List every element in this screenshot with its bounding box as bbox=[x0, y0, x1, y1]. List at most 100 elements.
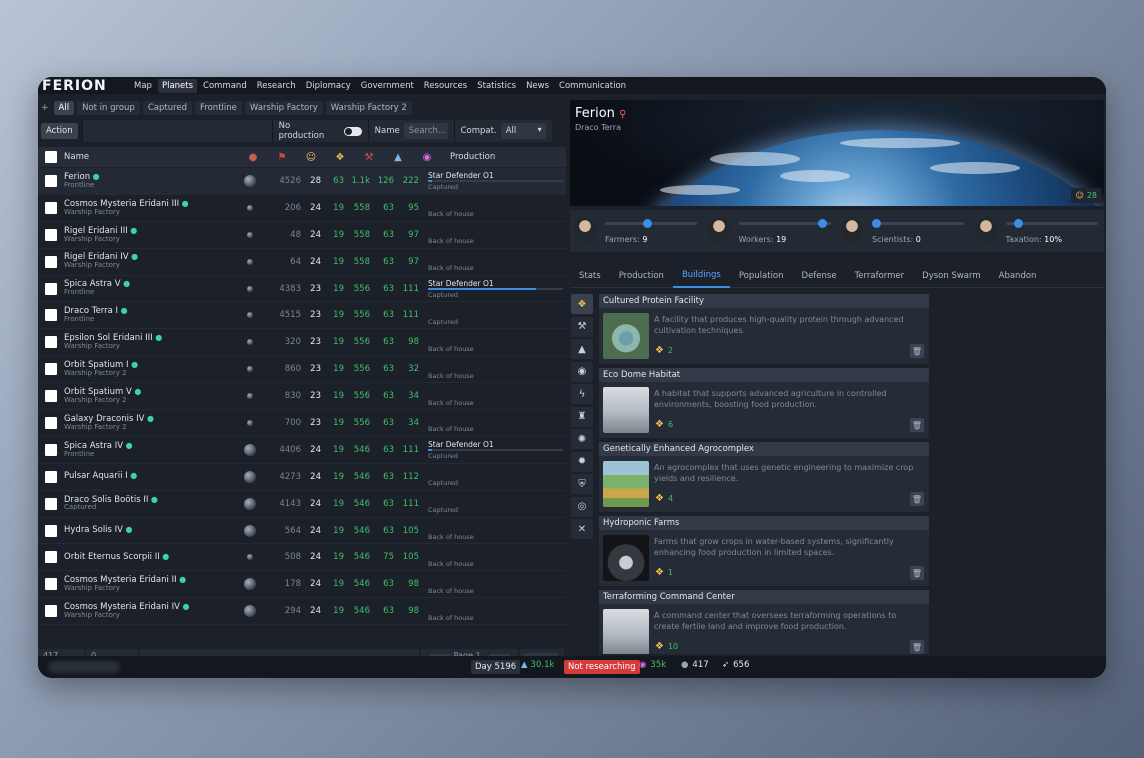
trash-icon[interactable]: 🗑 bbox=[910, 640, 924, 654]
planet-name-cell[interactable]: Pulsar Aquarii I ● bbox=[64, 472, 240, 481]
table-row[interactable]: Ferion ● Frontline 4526 28 63 1.1k 126 222 Star … bbox=[38, 168, 566, 195]
production-cell[interactable]: Captured bbox=[428, 303, 563, 328]
nav-government[interactable]: Government bbox=[357, 79, 418, 93]
nav-communication[interactable]: Communication bbox=[555, 79, 630, 93]
planet-name-cell[interactable]: Galaxy Draconis IV ● Warship Factory 2 bbox=[64, 414, 240, 431]
nav-command[interactable]: Command bbox=[199, 79, 251, 93]
research-flask-icon[interactable]: ▲ bbox=[391, 151, 405, 163]
table-row[interactable]: Draco Terra I ● Frontline 4515 23 19 556 63 111… bbox=[38, 302, 566, 330]
row-checkbox[interactable] bbox=[45, 551, 57, 564]
production-cell[interactable]: Captured bbox=[428, 464, 563, 489]
table-row[interactable]: Epsilon Sol Eridani III ● Warship Factory… bbox=[38, 329, 566, 357]
planet-name-cell[interactable]: Cosmos Mysteria Eridani III ● Warship Fac… bbox=[64, 199, 240, 216]
table-row[interactable]: Rigel Eridani III ● Warship Factory 48 24 19… bbox=[38, 222, 566, 249]
influence-icon[interactable]: ◉ bbox=[571, 361, 593, 382]
nav-planets[interactable]: Planets bbox=[157, 78, 198, 93]
production-cell[interactable]: Back of house bbox=[428, 249, 563, 274]
trash-icon[interactable]: 🗑 bbox=[910, 492, 924, 506]
flag-icon[interactable]: ⚑ bbox=[275, 151, 289, 163]
tab-population[interactable]: Population bbox=[730, 265, 793, 287]
planet-name-cell[interactable]: Epsilon Sol Eridani III ● Warship Factory bbox=[64, 333, 240, 350]
shield-icon[interactable]: ⛨ bbox=[571, 474, 593, 494]
production-cell[interactable]: Star Defender O1 Captured bbox=[428, 168, 563, 193]
table-row[interactable]: Cosmos Mysteria Eridani IV ● Warship Fact… bbox=[38, 598, 566, 626]
table-row[interactable]: Galaxy Draconis IV ● Warship Factory 2 700… bbox=[38, 410, 566, 437]
production-cell[interactable]: Star Defender O1 Captured bbox=[428, 437, 563, 462]
tab-buildings[interactable]: Buildings bbox=[672, 264, 730, 288]
production-cell[interactable]: Back of house bbox=[428, 545, 563, 570]
slider-handle[interactable] bbox=[818, 219, 828, 228]
row-checkbox[interactable] bbox=[45, 443, 57, 456]
compat-select[interactable]: All bbox=[500, 123, 546, 139]
gear-icon[interactable]: ✹ bbox=[571, 451, 593, 472]
name-column-header[interactable]: Name bbox=[64, 152, 240, 162]
add-group-button[interactable]: + bbox=[41, 103, 49, 113]
planet-name-cell[interactable]: Rigel Eridani III ● Warship Factory bbox=[64, 226, 240, 243]
production-cell[interactable]: Back of house bbox=[428, 357, 563, 382]
row-checkbox[interactable] bbox=[45, 363, 57, 376]
table-row[interactable]: Hydra Solis IV ● 564 24 19 546 63 105 Back of h… bbox=[38, 518, 566, 545]
row-checkbox[interactable] bbox=[45, 605, 57, 618]
nav-diplomacy[interactable]: Diplomacy bbox=[302, 79, 355, 93]
filter-captured[interactable]: Captured bbox=[142, 101, 193, 115]
orbit-icon[interactable]: ◎ bbox=[571, 496, 593, 517]
row-checkbox[interactable] bbox=[45, 228, 57, 241]
slider-track[interactable] bbox=[738, 219, 831, 228]
location-pin-icon[interactable]: ⚲ bbox=[619, 109, 626, 120]
row-checkbox[interactable] bbox=[45, 255, 57, 268]
planet-name-cell[interactable]: Cosmos Mysteria Eridani II ● Warship Fact… bbox=[64, 575, 240, 592]
tab-stats[interactable]: Stats bbox=[570, 265, 610, 287]
production-cell[interactable]: Captured bbox=[428, 491, 563, 516]
production-cell[interactable]: Back of house bbox=[428, 222, 563, 247]
filter-all[interactable]: All bbox=[53, 101, 75, 115]
tab-defense[interactable]: Defense bbox=[793, 265, 846, 287]
row-checkbox[interactable] bbox=[45, 390, 57, 403]
row-checkbox[interactable] bbox=[45, 497, 57, 510]
row-checkbox[interactable] bbox=[45, 201, 57, 214]
production-cell[interactable]: Back of house bbox=[428, 518, 563, 543]
energy-icon[interactable]: ϟ bbox=[571, 384, 593, 404]
slider-handle[interactable] bbox=[1013, 219, 1023, 228]
filter-warship-factory-2[interactable]: Warship Factory 2 bbox=[325, 101, 412, 115]
planet-icon[interactable]: ✺ bbox=[571, 429, 593, 449]
food-icon[interactable]: ❖ bbox=[333, 151, 347, 163]
nav-resources[interactable]: Resources bbox=[420, 79, 471, 93]
planet-name-cell[interactable]: Spica Astra IV ● Frontline bbox=[64, 441, 240, 458]
filter-not-in-group[interactable]: Not in group bbox=[77, 101, 140, 115]
table-row[interactable]: Cosmos Mysteria Eridani II ● Warship Fact… bbox=[38, 571, 566, 599]
trash-icon[interactable]: 🗑 bbox=[910, 566, 924, 580]
production-cell[interactable]: Star Defender O1 Captured bbox=[428, 276, 563, 301]
slider-track[interactable] bbox=[1005, 219, 1098, 228]
planet-name-cell[interactable]: Draco Solis Boötis II ● Captured bbox=[64, 495, 240, 512]
production-column-header[interactable]: Production bbox=[450, 152, 495, 162]
hammer-icon[interactable]: ⚒ bbox=[362, 151, 376, 163]
planet-name[interactable]: Hydra Solis IV ● bbox=[64, 525, 240, 535]
production-cell[interactable]: Back of house bbox=[428, 572, 563, 597]
tab-production[interactable]: Production bbox=[610, 265, 673, 287]
production-cell[interactable]: Back of house bbox=[428, 410, 563, 435]
slider-handle[interactable] bbox=[872, 219, 881, 228]
table-row[interactable]: Cosmos Mysteria Eridani III ● Warship Fac… bbox=[38, 195, 566, 222]
table-row[interactable]: Spica Astra IV ● Frontline 4406 24 19 546 63 11… bbox=[38, 437, 566, 464]
planet-name-cell[interactable]: Cosmos Mysteria Eridani IV ● Warship Fact… bbox=[64, 602, 240, 619]
planet-name-cell[interactable]: Rigel Eridani IV ● Warship Factory bbox=[64, 253, 240, 269]
row-checkbox[interactable] bbox=[45, 416, 57, 429]
table-row[interactable]: Draco Solis Boötis II ● Captured 4143 24 19 5… bbox=[38, 491, 566, 518]
research-status[interactable]: Not researching bbox=[564, 660, 640, 674]
table-row[interactable]: Orbit Spatium I ● Warship Factory 2 860 23 1… bbox=[38, 356, 566, 384]
tab-abandon[interactable]: Abandon bbox=[990, 265, 1046, 287]
row-checkbox[interactable] bbox=[45, 174, 57, 187]
table-row[interactable]: Orbit Spatium V ● Warship Factory 2 830 23 1… bbox=[38, 383, 566, 411]
production-cell[interactable]: Back of house bbox=[428, 195, 563, 220]
no-production-toggle[interactable] bbox=[343, 126, 362, 136]
row-checkbox[interactable] bbox=[45, 470, 57, 483]
planet-name-cell[interactable]: Hydra Solis IV ● bbox=[64, 525, 240, 535]
planet-name-text[interactable]: Orbit Eternus Scorpii II bbox=[64, 552, 160, 562]
row-checkbox[interactable] bbox=[45, 578, 57, 591]
tab-terraformer[interactable]: Terraformer bbox=[846, 265, 914, 287]
influence-icon[interactable]: ◉ bbox=[420, 151, 434, 163]
action-button[interactable]: Action bbox=[41, 123, 78, 139]
planet-name-cell[interactable]: Ferion ● Frontline bbox=[64, 172, 240, 189]
planet-name-cell[interactable]: Draco Terra I ● Frontline bbox=[64, 307, 240, 323]
search-input[interactable]: Search... bbox=[403, 123, 448, 139]
